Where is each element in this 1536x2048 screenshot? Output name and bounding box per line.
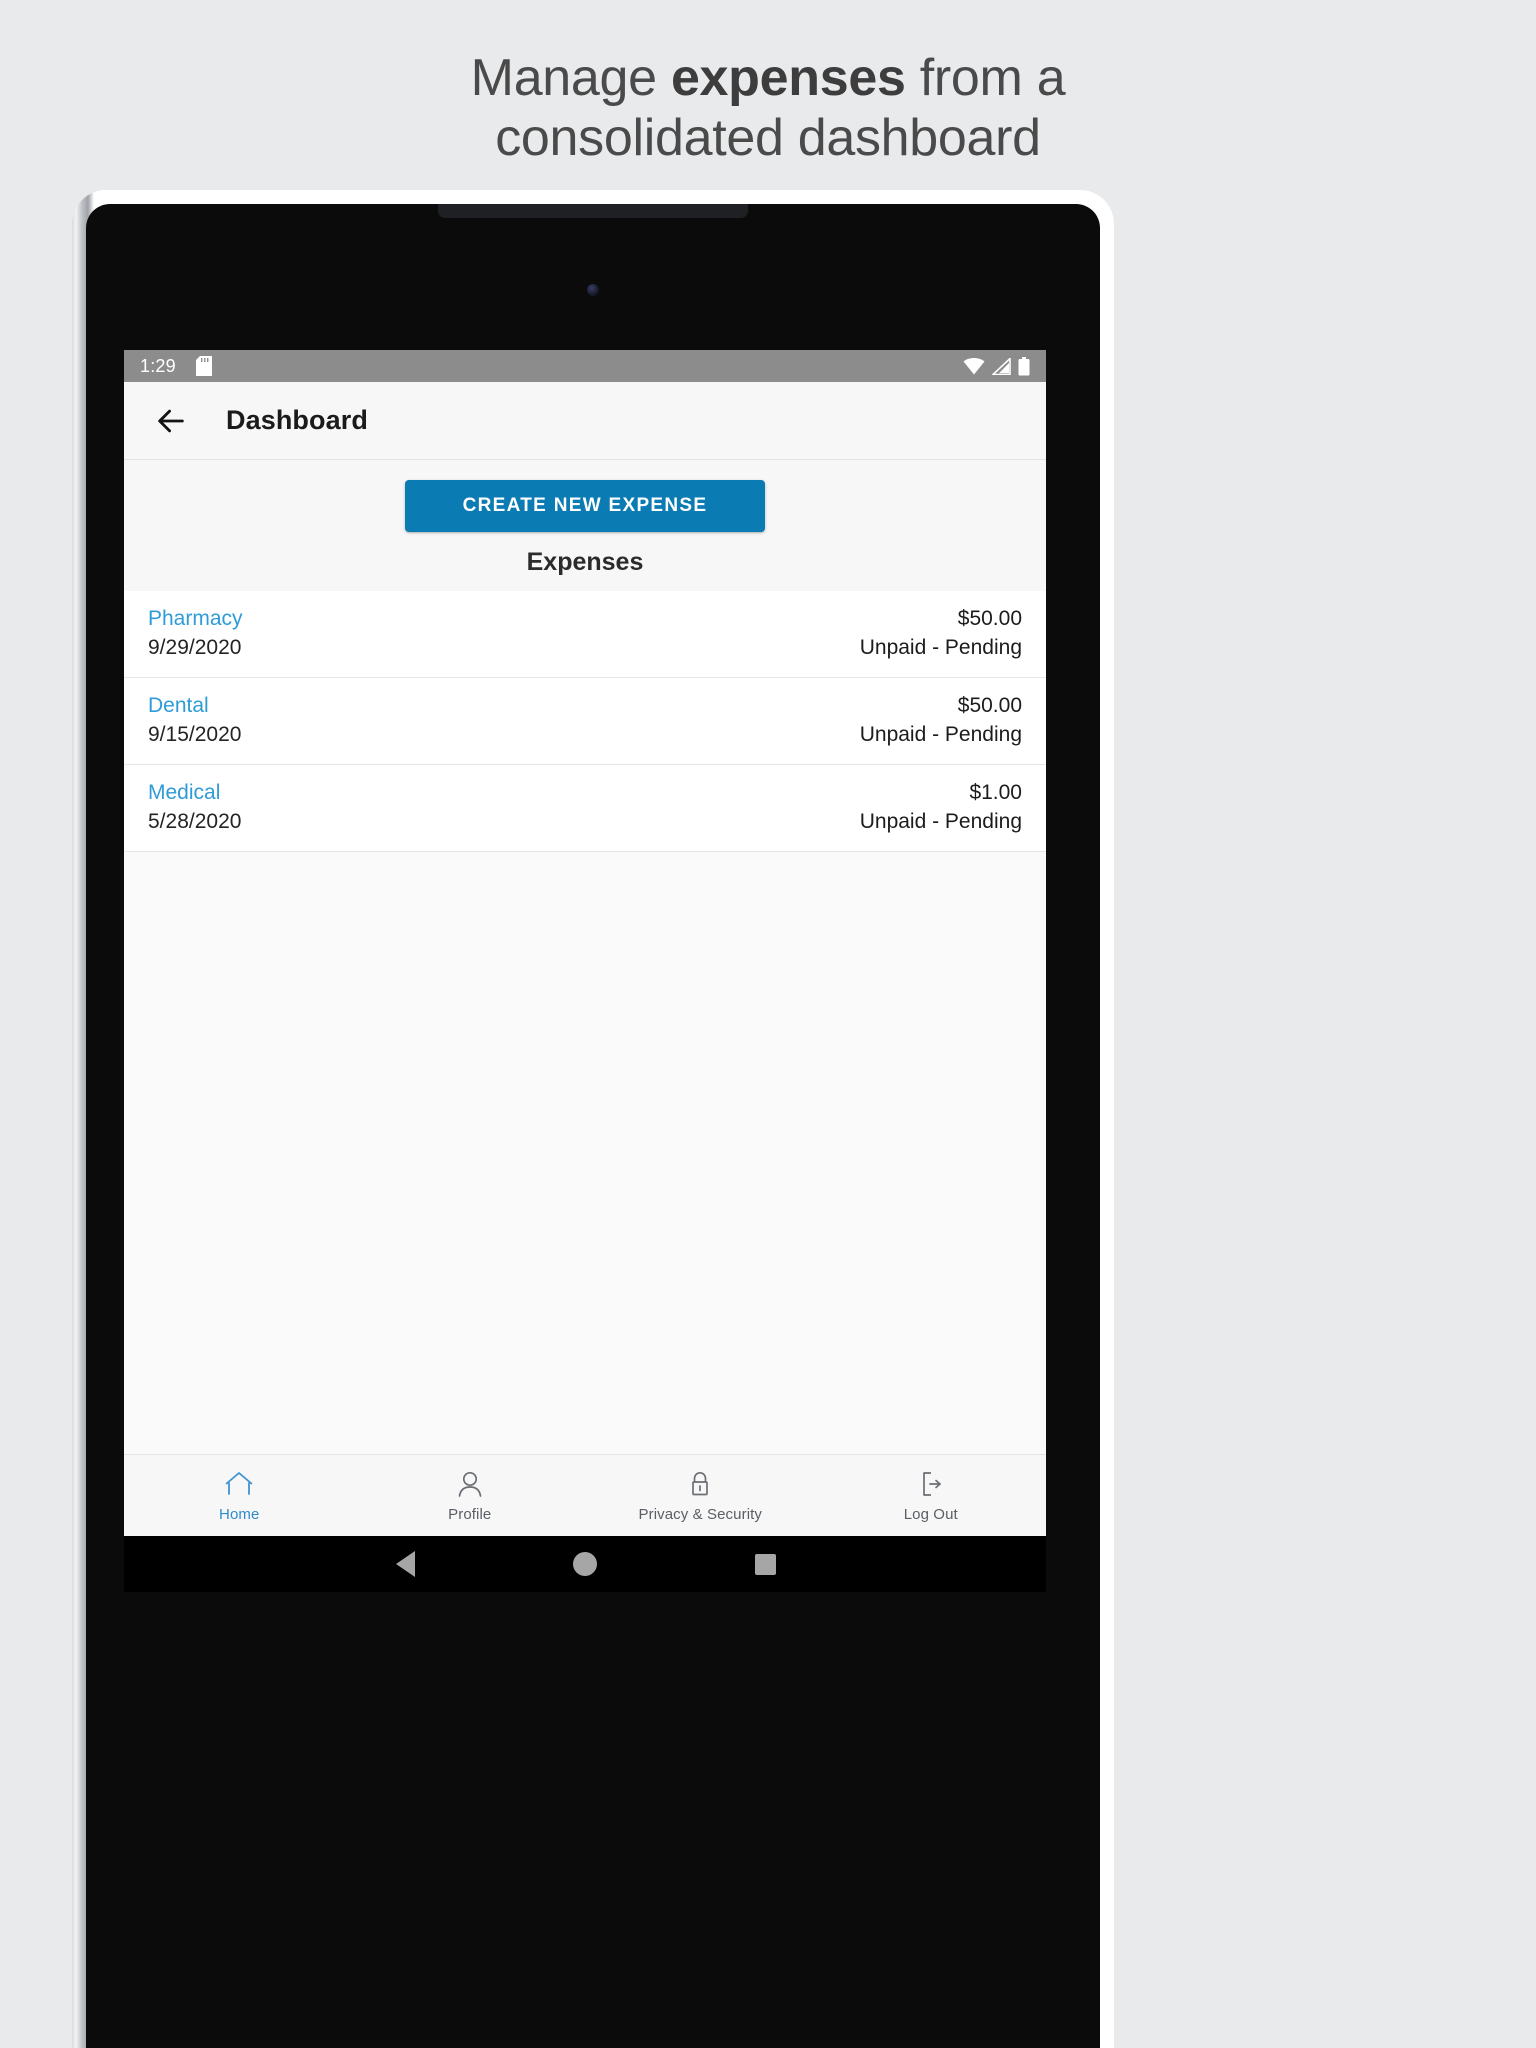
- status-badge: Unpaid - Pending: [859, 636, 1022, 659]
- nav-item-profile[interactable]: Profile: [355, 1469, 586, 1523]
- promo-headline-line-2: consolidated dashboard: [495, 109, 1041, 167]
- app-screen: 1:29 Dashboard CREATE NEW EXPENSE Expens…: [124, 350, 1046, 1536]
- expense-row-right: $50.00 Unpaid - Pending: [860, 607, 1022, 660]
- expense-category[interactable]: Pharmacy: [148, 607, 243, 631]
- nav-item-log-out[interactable]: Log Out: [816, 1469, 1047, 1523]
- tablet-bezel: 1:29 Dashboard CREATE NEW EXPENSE Expens…: [86, 204, 1100, 2048]
- tablet-speaker-notch: [438, 204, 748, 218]
- create-new-expense-button[interactable]: CREATE NEW EXPENSE: [405, 480, 765, 532]
- expense-amount: $1.00: [969, 781, 1022, 804]
- promo-text-emphasis: expenses: [670, 49, 906, 107]
- back-arrow-icon[interactable]: [154, 404, 188, 438]
- expense-category[interactable]: Medical: [148, 781, 241, 805]
- battery-icon: [1018, 356, 1030, 375]
- android-recents-button[interactable]: [675, 1553, 855, 1575]
- front-camera-icon: [587, 284, 599, 296]
- person-icon: [458, 1471, 482, 1497]
- expense-row-left: Dental 9/15/2020: [148, 694, 241, 747]
- status-bar-left-icons: [195, 356, 212, 376]
- nav-label-privacy-security: Privacy & Security: [638, 1505, 762, 1523]
- android-home-icon: [573, 1552, 597, 1576]
- expense-row-left: Pharmacy 9/29/2020: [148, 607, 243, 660]
- expense-date: 5/28/2020: [148, 810, 242, 833]
- tablet-device-frame: 1:29 Dashboard CREATE NEW EXPENSE Expens…: [72, 190, 1114, 2048]
- status-bar: 1:29: [124, 350, 1046, 382]
- cellular-signal-icon: [992, 357, 1011, 375]
- nav-label-home: Home: [219, 1505, 260, 1523]
- status-badge: Unpaid - Pending: [859, 810, 1022, 833]
- lock-icon: [692, 1471, 709, 1495]
- android-recents-icon: [754, 1553, 776, 1575]
- page-title: Dashboard: [226, 405, 368, 435]
- table-row[interactable]: Pharmacy 9/29/2020 $50.00 Unpaid - Pendi…: [124, 591, 1046, 678]
- expense-row-right: $50.00 Unpaid - Pending: [860, 694, 1022, 747]
- expense-row-right: $1.00 Unpaid - Pending: [860, 781, 1022, 834]
- wifi-icon: [963, 357, 985, 374]
- status-badge: Unpaid - Pending: [859, 723, 1022, 746]
- nav-item-privacy-security[interactable]: Privacy & Security: [585, 1469, 816, 1523]
- expenses-section-title: Expenses: [124, 548, 1046, 591]
- expense-amount: $50.00: [957, 694, 1022, 717]
- table-row[interactable]: Dental 9/15/2020 $50.00 Unpaid - Pending: [124, 678, 1046, 765]
- expenses-list: Pharmacy 9/29/2020 $50.00 Unpaid - Pendi…: [124, 591, 1046, 852]
- home-icon: [225, 1471, 253, 1495]
- android-home-button[interactable]: [495, 1552, 675, 1576]
- nav-label-log-out: Log Out: [903, 1505, 958, 1523]
- promo-text-suffix: from a: [905, 49, 1066, 107]
- create-expense-container: CREATE NEW EXPENSE: [124, 460, 1046, 548]
- bottom-navigation-bar: Home Profile Privacy & Security Log Out: [124, 1454, 1046, 1536]
- sd-card-icon: [195, 356, 212, 376]
- expense-category[interactable]: Dental: [148, 694, 241, 718]
- android-system-navigation-bar: [124, 1536, 1046, 1592]
- status-bar-right-icons: [963, 356, 1030, 376]
- logout-icon: [922, 1471, 941, 1496]
- nav-item-home[interactable]: Home: [124, 1469, 355, 1523]
- status-bar-clock: 1:29: [140, 355, 176, 376]
- promo-headline-line-1: Manage expenses from a: [0, 48, 1536, 108]
- expense-amount: $50.00: [957, 607, 1022, 630]
- expense-row-left: Medical 5/28/2020: [148, 781, 241, 834]
- promo-headline: Manage expenses from a consolidated dash…: [0, 48, 1536, 168]
- android-back-icon: [395, 1551, 415, 1577]
- expense-date: 9/29/2020: [148, 636, 242, 659]
- expense-date: 9/15/2020: [148, 723, 242, 746]
- android-back-button[interactable]: [315, 1551, 495, 1577]
- table-row[interactable]: Medical 5/28/2020 $1.00 Unpaid - Pending: [124, 765, 1046, 852]
- nav-label-profile: Profile: [448, 1505, 492, 1523]
- promo-text-prefix: Manage: [470, 49, 671, 107]
- empty-list-area: [124, 852, 1046, 1454]
- app-bar: Dashboard: [124, 382, 1046, 460]
